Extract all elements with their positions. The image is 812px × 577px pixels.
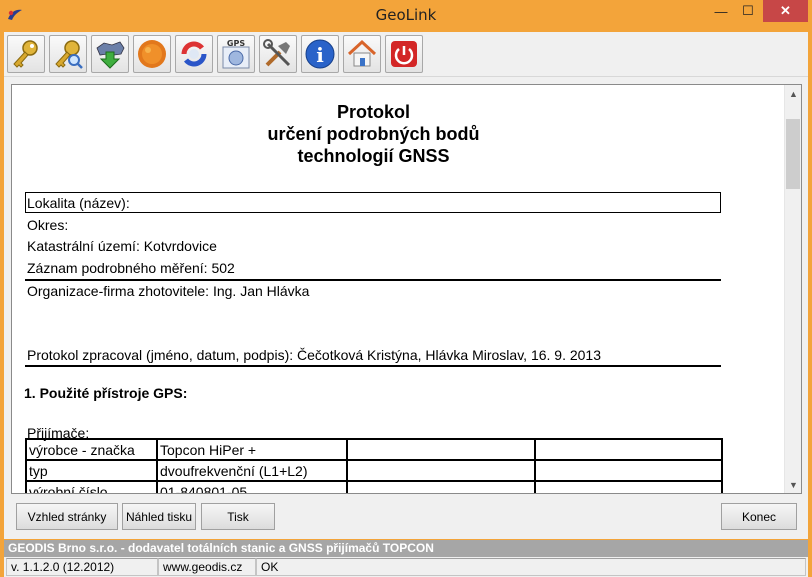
exit-button[interactable]: Konec	[721, 503, 797, 530]
maximize-button[interactable]: ☐	[735, 0, 761, 22]
gps-map-button[interactable]: GPS	[217, 35, 255, 73]
toolbar: GPS i	[4, 32, 808, 77]
window-title: GeoLink	[375, 6, 437, 24]
table-cell: Topcon HiPer +	[156, 438, 348, 461]
vertical-scrollbar[interactable]: ▲ ▼	[784, 85, 801, 493]
scroll-up-icon[interactable]: ▲	[785, 85, 801, 102]
gps-map-icon: GPS	[222, 39, 250, 69]
close-window-button[interactable]: ✕	[763, 0, 808, 22]
tools-icon	[263, 39, 291, 67]
table-cell	[534, 438, 723, 461]
status-bar: v. 1.1.2.0 (12.2012) www.geodis.cz OK	[4, 557, 808, 577]
app-window: GeoLink — ☐ ✕ GPS i Protokol určení podr…	[0, 0, 812, 577]
print-button[interactable]: Tisk	[201, 503, 275, 530]
key-search-button[interactable]	[49, 35, 87, 73]
table-row: výrobní číslo 01-840801-05	[25, 480, 723, 493]
home-button[interactable]	[343, 35, 381, 73]
table-cell	[534, 480, 723, 493]
table-cell: typ	[25, 459, 158, 482]
table-cell: dvoufrekvenční (L1+L2)	[156, 459, 348, 482]
company-banner: GEODIS Brno s.r.o. - dodavatel totálních…	[4, 540, 808, 557]
sun-icon	[138, 40, 166, 68]
sun-button[interactable]	[133, 35, 171, 73]
website-status: www.geodis.cz	[158, 558, 256, 576]
key-button[interactable]	[7, 35, 45, 73]
table-cell	[534, 459, 723, 482]
doc-title-line2: určení podrobných bodů	[267, 124, 480, 144]
document-view[interactable]: Protokol určení podrobných bodů technolo…	[11, 84, 802, 494]
table-cell: výrobní číslo	[25, 480, 158, 493]
info-icon: i	[305, 39, 335, 69]
key-search-icon	[55, 40, 83, 69]
katastralni-field: Katastrální území: Kotvrdovice	[27, 238, 217, 254]
info-button[interactable]: i	[301, 35, 339, 73]
organizace-field: Organizace-firma zhotovitele: Ing. Jan H…	[27, 283, 310, 299]
table-cell	[346, 438, 536, 461]
print-preview-button[interactable]: Náhled tisku	[122, 503, 196, 530]
divider	[25, 365, 721, 367]
doc-title-line1: Protokol	[336, 102, 410, 122]
state-status: OK	[256, 558, 806, 576]
scroll-down-icon[interactable]: ▼	[785, 476, 801, 493]
scroll-thumb[interactable]	[786, 119, 800, 189]
button-row: Vzhled stránky Náhled tisku Tisk Konec	[4, 495, 808, 539]
title-bar: GeoLink — ☐ ✕	[0, 0, 812, 30]
receiver-table: výrobce - značka Topcon HiPer + typ dvou…	[25, 438, 723, 493]
zpracoval-field: Protokol zpracoval (jméno, datum, podpis…	[27, 347, 601, 363]
power-icon	[391, 41, 417, 67]
table-cell: výrobce - značka	[25, 438, 158, 461]
okres-field: Okres:	[27, 217, 69, 233]
table-cell	[346, 459, 536, 482]
info-label: i	[316, 43, 324, 67]
table-row: výrobce - značka Topcon HiPer +	[25, 438, 723, 461]
gps-label: GPS	[227, 39, 245, 48]
table-cell	[346, 480, 536, 493]
map-download-icon	[96, 41, 125, 69]
lokalita-field: Lokalita (název):	[27, 195, 130, 211]
refresh-icon	[181, 41, 207, 67]
table-row: typ dvoufrekvenční (L1+L2)	[25, 459, 723, 482]
content-area: Protokol určení podrobných bodů technolo…	[4, 77, 808, 495]
divider	[25, 279, 721, 281]
home-icon	[347, 39, 377, 67]
doc-title-line3: technologií GNSS	[297, 146, 450, 166]
zaznam-field: Záznam podrobného měření: 502	[27, 260, 235, 276]
key-icon	[13, 40, 38, 68]
section-heading: 1. Použité přístroje GPS:	[24, 385, 188, 401]
tools-button[interactable]	[259, 35, 297, 73]
minimize-button[interactable]: —	[708, 0, 734, 22]
refresh-button[interactable]	[175, 35, 213, 73]
power-button[interactable]	[385, 35, 423, 73]
protocol-page: Protokol určení podrobných bodů technolo…	[12, 85, 785, 493]
page-setup-button[interactable]: Vzhled stránky	[16, 503, 118, 530]
map-download-button[interactable]	[91, 35, 129, 73]
version-status: v. 1.1.2.0 (12.2012)	[6, 558, 158, 576]
table-cell: 01-840801-05	[156, 480, 348, 493]
